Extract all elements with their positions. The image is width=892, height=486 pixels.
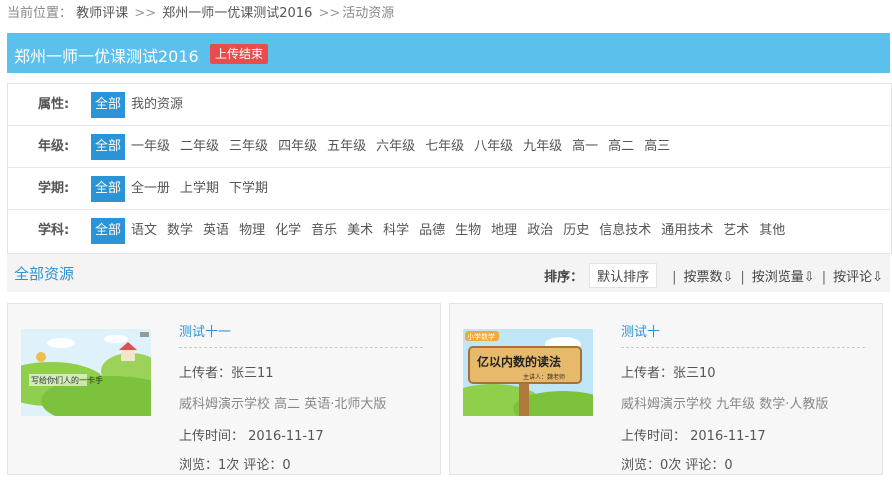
filter-option[interactable]: 语文 [127,218,161,244]
filter-options: 全部 一年级 二年级 三年级 四年级 五年级 六年级 七年级 八年级 九年级 高一 高二 高三 [91,134,676,160]
sort-default-button[interactable]: 默认排序 [589,263,658,288]
resource-card[interactable]: 小学数学 亿以内数的读法 主讲人：魏老师 测试十 上传者：张三10 威科姆演示学… [449,303,883,475]
resource-school: 威科姆演示学校 九年级 数学·人教版 [621,397,829,412]
resource-school: 威科姆演示学校 高二 英语·北师大版 [179,397,387,412]
filter-row-term: 学期: 全部 全一册 上学期 下学期 [8,168,891,210]
resource-title-link[interactable]: 测试十 [621,321,865,348]
resource-uploader: 上传者：张三11 [179,366,274,381]
filter-option[interactable]: 数学 [163,218,197,244]
resource-stats: 浏览：0次 评论：0 [621,458,733,473]
sort-by-views-button[interactable]: 按浏览量⇩ [752,270,815,285]
thumbnail-logo: 小学数学 [467,332,495,341]
sort-label: 排序： [544,270,584,285]
filter-label: 学科: [38,223,70,238]
filter-option[interactable]: 八年级 [470,134,517,160]
breadcrumb-item-evaluation[interactable]: 教师评课 [76,6,128,21]
filter-option[interactable]: 下学期 [225,176,272,202]
filter-option[interactable]: 全部 [91,134,126,160]
filter-option[interactable]: 二年级 [176,134,223,160]
status-badge: 上传结束 [210,44,269,64]
sort-separator: | [672,270,677,285]
breadcrumb-item-resources: 活动资源 [342,6,395,21]
filter-row-attribute: 属性: 全部 我的资源 [8,84,891,126]
thumbnail-caption: 亿以内数的读法 [477,354,561,369]
filter-option[interactable]: 信息技术 [595,218,655,244]
thumbnail-caption: 写给你们人的一卡手 [31,375,103,385]
filter-options: 全部 我的资源 [91,92,189,118]
breadcrumb-separator: >> [318,6,341,21]
resource-thumbnail[interactable]: 小学数学 亿以内数的读法 主讲人：魏老师 [463,329,593,416]
filter-option[interactable]: 化学 [271,218,305,244]
filter-label: 属性: [38,97,70,112]
breadcrumb-label: 当前位置： [7,6,73,21]
filter-option[interactable]: 全部 [91,176,126,202]
filter-option[interactable]: 政治 [523,218,557,244]
filter-option[interactable]: 音乐 [307,218,341,244]
filter-option[interactable]: 生物 [451,218,485,244]
filter-row-subject: 学科: 全部 语文 数学 英语 物理 化学 音乐 美术 科学 品德 生物 地理 政治 历史 信息技术 通用技术… [8,210,891,251]
filter-option[interactable]: 上学期 [176,176,223,202]
filter-option[interactable]: 我的资源 [127,92,187,118]
filter-panel: 属性: 全部 我的资源 年级: 全部 一年级 二年级 三年级 四年级 五年级 六年级 七年级 八年… [7,83,892,254]
filter-option[interactable]: 高三 [640,134,674,160]
filter-option[interactable]: 科学 [379,218,413,244]
signboard-thumbnail-image: 小学数学 亿以内数的读法 主讲人：魏老师 [463,329,593,416]
filter-option[interactable]: 全一册 [127,176,174,202]
resource-info: 测试十 上传者：张三10 威科姆演示学校 九年级 数学·人教版 上传时间： 20… [621,321,865,473]
filter-option[interactable]: 九年级 [519,134,566,160]
all-resources-link[interactable]: 全部资源 [14,263,74,284]
filter-option[interactable]: 高二 [604,134,638,160]
filter-option[interactable]: 品德 [415,218,449,244]
activity-title-bar: 郑州一师一优课测试2016 上传结束 [7,33,890,73]
filter-options: 全部 语文 数学 英语 物理 化学 音乐 美术 科学 品德 生物 地理 政治 历史 信息技术 通用技术 艺术 其他 [91,218,791,244]
resource-title-link[interactable]: 测试十一 [179,321,423,348]
filter-label: 年级: [38,139,70,154]
filter-options: 全部 全一册 上学期 下学期 [91,176,274,202]
filter-option[interactable]: 七年级 [421,134,468,160]
thumbnail-subcaption: 主讲人：魏老师 [523,373,565,381]
filter-row-grade: 年级: 全部 一年级 二年级 三年级 四年级 五年级 六年级 七年级 八年级 九年级 高一 高二 高三 [8,126,891,168]
sort-by-comments-button[interactable]: 按评论⇩ [833,270,883,285]
breadcrumb: 当前位置： 教师评课 >> 郑州一师一优课测试2016 >> 活动资源 [0,0,892,28]
filter-option[interactable]: 全部 [91,92,126,118]
resource-upload-time: 上传时间： 2016-11-17 [179,429,324,444]
filter-option[interactable]: 全部 [91,218,126,244]
resource-info: 测试十一 上传者：张三11 威科姆演示学校 高二 英语·北师大版 上传时间： 2… [179,321,423,473]
filter-option[interactable]: 高一 [568,134,602,160]
landscape-thumbnail-image: 写给你们人的一卡手 [21,329,151,416]
filter-option[interactable]: 其他 [755,218,789,244]
resource-list-header: 全部资源 排序： 默认排序 | 按票数⇩ | 按浏览量⇩ | 按评论⇩ [7,253,890,292]
filter-option[interactable]: 一年级 [127,134,174,160]
filter-option[interactable]: 通用技术 [657,218,717,244]
resource-card[interactable]: 写给你们人的一卡手 测试十一 上传者：张三11 威科姆演示学校 高二 英语·北师… [7,303,441,475]
filter-option[interactable]: 五年级 [323,134,370,160]
sort-separator: | [740,270,745,285]
breadcrumb-separator: >> [134,6,157,21]
filter-option[interactable]: 四年级 [274,134,321,160]
breadcrumb-item-activity[interactable]: 郑州一师一优课测试2016 [162,6,312,21]
filter-option[interactable]: 美术 [343,218,377,244]
sort-separator: | [821,270,827,285]
sort-by-votes-button[interactable]: 按票数⇩ [684,270,734,285]
filter-option[interactable]: 物理 [235,218,269,244]
filter-option[interactable]: 三年级 [225,134,272,160]
filter-option[interactable]: 英语 [199,218,233,244]
filter-label: 学期: [38,181,70,196]
filter-option[interactable]: 六年级 [372,134,419,160]
resource-thumbnail[interactable]: 写给你们人的一卡手 [21,329,151,416]
filter-option[interactable]: 地理 [487,218,521,244]
filter-option[interactable]: 艺术 [719,218,753,244]
resource-upload-time: 上传时间： 2016-11-17 [621,429,766,444]
filter-option[interactable]: 历史 [559,218,593,244]
sort-bar: 排序： 默认排序 | 按票数⇩ | 按浏览量⇩ | 按评论⇩ [544,263,883,288]
resource-stats: 浏览：1次 评论：0 [179,458,291,473]
resource-uploader: 上传者：张三10 [621,366,716,381]
activity-title: 郑州一师一优课测试2016 [14,47,199,66]
